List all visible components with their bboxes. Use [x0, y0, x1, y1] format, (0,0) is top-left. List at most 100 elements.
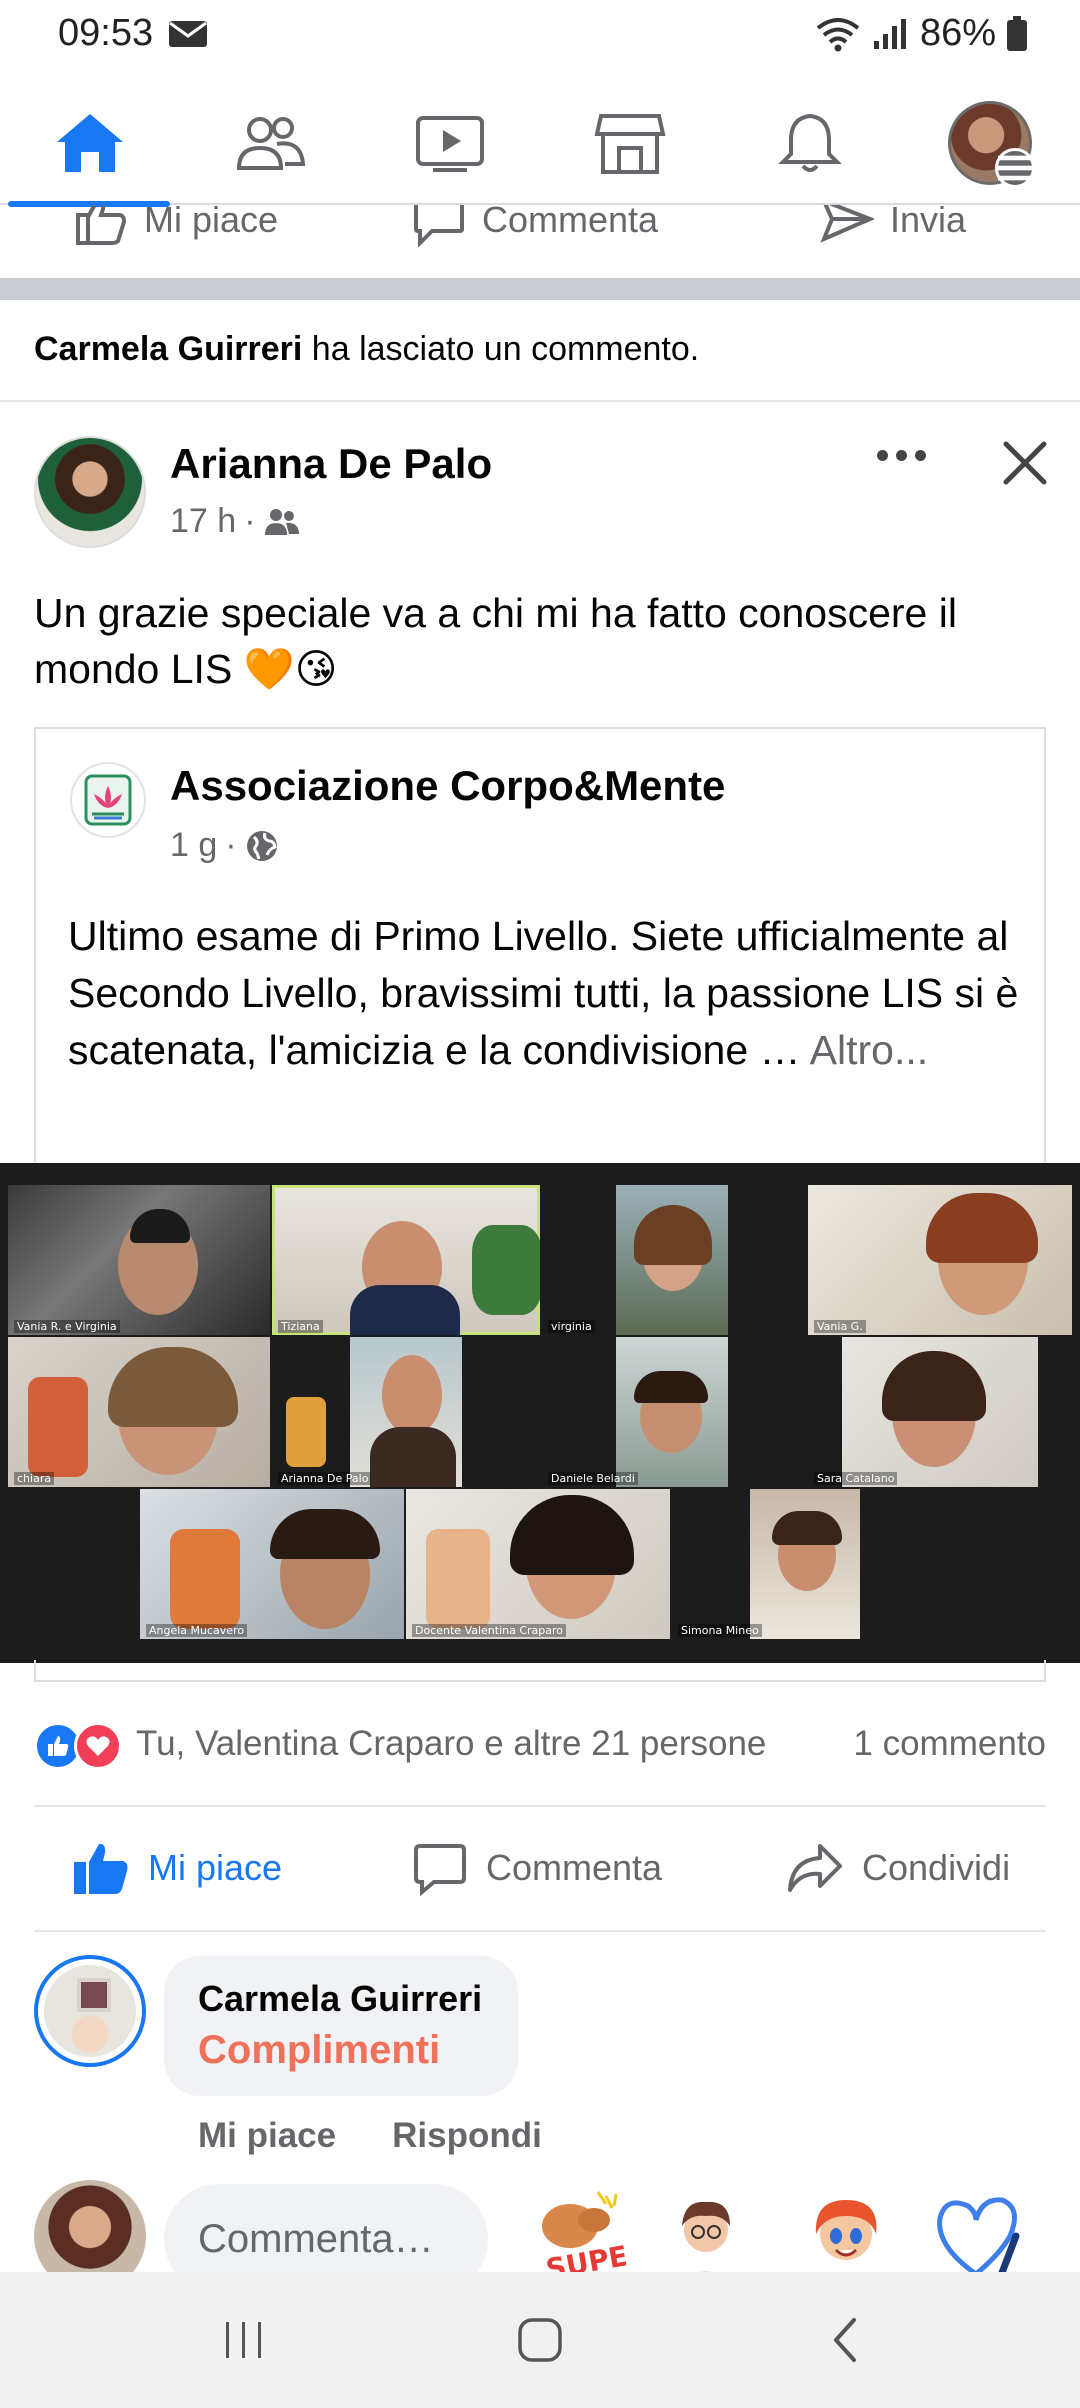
comment-notice[interactable]: Carmela Guirreri ha lasciato un commento… [34, 330, 699, 369]
author-avatar[interactable] [34, 436, 146, 548]
status-time: 09:53 [58, 12, 154, 54]
tile-label: Vania R. e Virginia [14, 1320, 120, 1333]
nav-friends[interactable] [180, 80, 360, 205]
top-nav [0, 80, 1080, 207]
close-icon[interactable] [990, 428, 1060, 498]
back-icon[interactable] [826, 2314, 866, 2366]
see-more-link[interactable]: Altro... [810, 1027, 928, 1073]
commenter-avatar[interactable] [34, 1955, 146, 2067]
reaction-icons[interactable] [34, 1722, 122, 1770]
tile-label: Simona Mineo [678, 1624, 762, 1637]
prev-comment-button[interactable]: Commenta [412, 205, 658, 247]
prev-like-button[interactable]: Mi piace [74, 205, 278, 247]
post-image[interactable]: Vania R. e Virginia Tiziana virginia Van… [0, 1163, 1080, 1663]
love-reaction-icon [74, 1722, 122, 1770]
video-icon [416, 115, 484, 172]
status-bar: 09:53 86% [0, 0, 1080, 70]
meta-separator: · [225, 826, 237, 864]
like-button[interactable]: Mi piace [72, 1840, 282, 1896]
signal-icon [873, 18, 906, 49]
feed-separator [0, 278, 1080, 300]
shared-author-name[interactable]: Associazione Corpo&Mente [170, 762, 725, 810]
lotus-logo-icon [84, 774, 132, 826]
shared-time[interactable]: 1 g [170, 826, 217, 865]
bitmoji-sticker-icon[interactable] [656, 2186, 756, 2286]
video-tile: Angela Mucavero [140, 1489, 404, 1639]
video-tile: Arianna De Palo [272, 1337, 540, 1487]
post-meta: 17 h · [170, 502, 300, 541]
post-author-name[interactable]: Arianna De Palo [170, 440, 492, 488]
video-tile-active-speaker: Tiziana [272, 1185, 540, 1335]
wifi-icon [816, 17, 860, 51]
tile-label: Angela Mucavero [146, 1624, 248, 1637]
friends-icon [264, 508, 299, 535]
comment-actions: Mi piace Rispondi [198, 2116, 542, 2156]
comment-icon [414, 1844, 466, 1896]
video-tile: Docente Valentina Craparo [406, 1489, 670, 1639]
post-actions: Mi piace Commenta Condividi [0, 1820, 1080, 1930]
post-time[interactable]: 17 h [170, 502, 236, 541]
tile-label: Tiziana [278, 1320, 323, 1333]
video-tile: Daniele Belardi [542, 1337, 806, 1487]
video-tile: Vania G. [808, 1185, 1072, 1335]
comment-outline-icon [414, 205, 464, 247]
tile-label: Vania G. [814, 1320, 866, 1333]
globe-icon [246, 830, 277, 861]
cartoon-sticker-icon[interactable] [796, 2186, 896, 2286]
video-tile: Vania R. e Virginia [8, 1185, 270, 1335]
shared-meta: 1 g · [170, 826, 279, 865]
shared-text: Ultimo esame di Primo Livello. Siete uff… [68, 908, 1028, 1079]
home-icon [57, 113, 123, 172]
recents-icon[interactable] [222, 2314, 266, 2366]
video-tile: virginia [542, 1185, 806, 1335]
system-nav-bar [0, 2272, 1080, 2408]
heart-drawing-sticker-icon[interactable] [926, 2186, 1026, 2286]
video-tile: Sara Catalano [808, 1337, 1072, 1487]
shared-post-card-bottom [34, 1660, 1046, 1682]
comment-button[interactable]: Commenta [412, 1840, 662, 1896]
comment-like-button[interactable]: Mi piace [198, 2116, 336, 2156]
divider [34, 1805, 1046, 1807]
share-button[interactable]: Condividi [786, 1840, 1010, 1896]
battery-icon [1007, 15, 1027, 51]
video-tile: Simona Mineo [672, 1489, 936, 1639]
page-avatar[interactable] [70, 762, 146, 838]
share-icon [788, 1844, 842, 1892]
post-text: Un grazie speciale va a chi mi ha fatto … [34, 590, 957, 692]
reactions-summary[interactable]: Tu, Valentina Craparo e altre 21 persone [136, 1724, 766, 1764]
thumbs-up-outline-icon [76, 205, 126, 245]
divider [34, 1930, 1046, 1932]
comment-reply-button[interactable]: Rispondi [392, 2116, 542, 2156]
more-dots-icon [876, 449, 888, 461]
super-sticker-icon[interactable]: SUPER! [526, 2186, 626, 2286]
comment-author[interactable]: Carmela Guirreri [198, 1978, 484, 2020]
comment-text: Complimenti [198, 2028, 441, 2072]
nav-watch[interactable] [360, 80, 540, 205]
status-right: 86% [814, 12, 1028, 55]
more-options-button[interactable] [866, 430, 936, 480]
thumbs-up-icon [74, 1843, 128, 1894]
nav-notifications[interactable] [720, 80, 900, 205]
nav-menu[interactable] [900, 80, 1080, 205]
comment-bubble[interactable]: Carmela Guirreri Complimenti [164, 1956, 518, 2096]
tile-label: chiara [14, 1472, 55, 1485]
divider [0, 400, 1080, 402]
store-icon [594, 113, 666, 174]
comments-count[interactable]: 1 commento [853, 1724, 1046, 1764]
notice-text: ha lasciato un commento. [302, 330, 700, 368]
bell-icon [778, 113, 842, 172]
friends-icon [236, 116, 306, 170]
profile-menu-icon [948, 100, 1035, 188]
battery-percent: 86% [919, 12, 996, 54]
tile-label: Arianna De Palo [278, 1472, 372, 1485]
nav-marketplace[interactable] [540, 80, 720, 205]
meta-separator: · [244, 502, 256, 540]
prev-send-button[interactable]: Invia [820, 205, 966, 247]
send-icon [820, 205, 874, 243]
home-system-icon[interactable] [516, 2314, 564, 2366]
tile-label: virginia [548, 1320, 595, 1333]
nav-home[interactable] [0, 80, 180, 207]
tile-label: Docente Valentina Craparo [412, 1624, 567, 1637]
menu-badge-icon [995, 147, 1035, 188]
mail-icon [169, 21, 207, 47]
